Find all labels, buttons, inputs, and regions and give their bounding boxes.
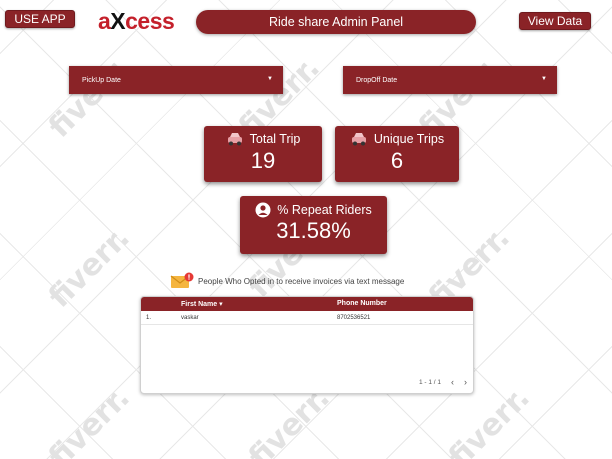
chevron-left-icon[interactable]: ‹ xyxy=(451,377,454,387)
chevron-right-icon[interactable]: › xyxy=(464,377,467,387)
watermark-text: fiverr. xyxy=(42,50,137,145)
repeat-riders-value: 31.58% xyxy=(276,218,351,243)
pickup-date-select[interactable]: PickUp Date ▼ xyxy=(69,66,283,94)
table-row[interactable]: 1. vaskar 8702536521 xyxy=(141,311,473,325)
watermark-text: fiverr. xyxy=(42,220,137,315)
column-header-first-name[interactable]: First Name ▾ xyxy=(181,300,223,308)
pickup-date-label: PickUp Date xyxy=(82,76,121,84)
repeat-riders-card: % Repeat Riders 31.58% xyxy=(240,196,387,254)
page-title: Ride share Admin Panel xyxy=(196,10,476,34)
mail-notification-icon xyxy=(170,272,194,288)
repeat-riders-label: % Repeat Riders xyxy=(277,203,372,217)
dropoff-date-select[interactable]: DropOff Date ▼ xyxy=(343,66,557,94)
total-trip-value: 19 xyxy=(250,148,276,173)
sort-desc-icon: ▾ xyxy=(219,301,223,308)
person-icon xyxy=(255,202,271,218)
optin-table: First Name ▾ Phone Number 1. vaskar 8702… xyxy=(140,296,474,394)
total-trip-card: Total Trip 19 xyxy=(204,126,322,182)
car-icon xyxy=(227,133,242,146)
pagination: 1 - 1 / 1 ‹ › xyxy=(419,377,467,387)
column-header-phone-number[interactable]: Phone Number xyxy=(337,300,387,307)
notice-text: People Who Opted in to receive invoices … xyxy=(198,276,405,286)
chevron-down-icon: ▼ xyxy=(267,76,273,82)
use-app-button[interactable]: USE APP xyxy=(5,10,75,28)
cell-phone-number: 8702536521 xyxy=(337,315,371,321)
column-label: First Name xyxy=(181,301,218,308)
chevron-down-icon: ▼ xyxy=(541,76,547,82)
view-data-button[interactable]: View Data xyxy=(519,12,591,30)
unique-trips-label: Unique Trips xyxy=(373,132,445,146)
sms-notice: People Who Opted in to receive invoices … xyxy=(170,272,404,290)
total-trip-label: Total Trip xyxy=(249,132,301,146)
cell-first-name: vaskar xyxy=(181,315,199,321)
watermark-text: fiverr. xyxy=(42,380,137,459)
table-header: First Name ▾ Phone Number xyxy=(141,297,473,311)
unique-trips-card: Unique Trips 6 xyxy=(335,126,459,182)
axcess-logo: aXcess xyxy=(98,8,175,34)
dropoff-date-label: DropOff Date xyxy=(356,76,398,84)
pagination-range: 1 - 1 / 1 xyxy=(418,378,441,386)
unique-trips-value: 6 xyxy=(390,148,404,173)
row-index: 1. xyxy=(146,315,152,321)
car-icon xyxy=(351,133,366,146)
